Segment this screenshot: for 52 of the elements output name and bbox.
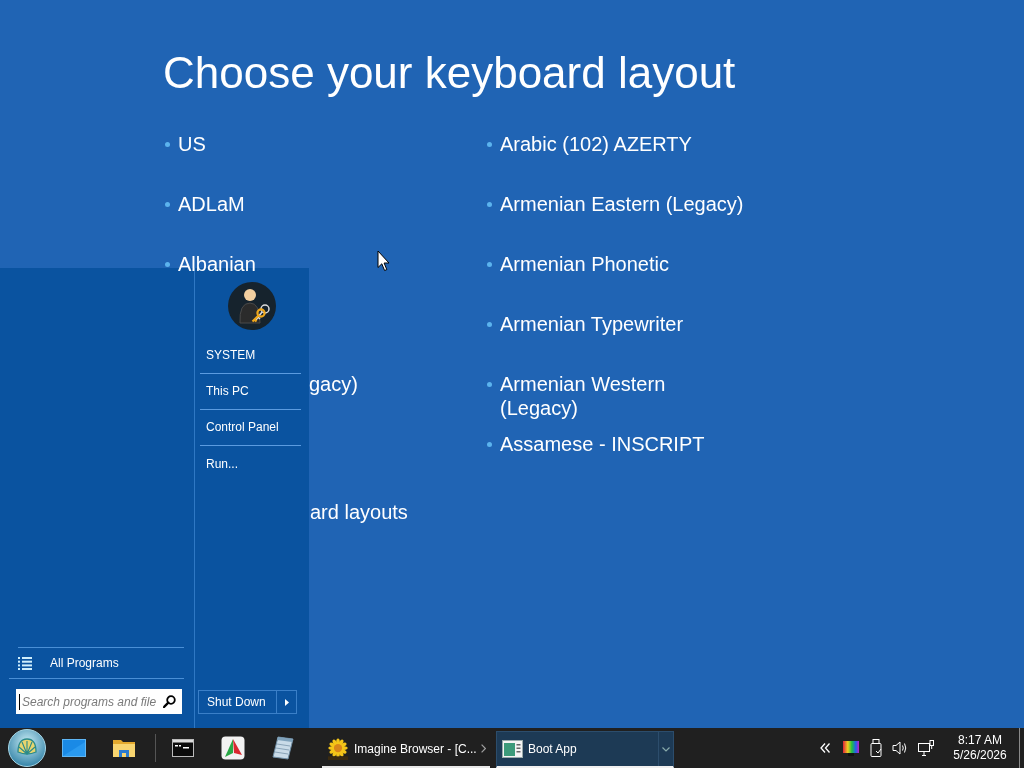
folder-icon[interactable] <box>113 738 135 758</box>
layout-option[interactable]: Arabic (102) AZERTY <box>487 132 692 156</box>
bullet-icon <box>487 382 492 387</box>
layout-option[interactable]: Armenian Typewriter <box>487 312 684 336</box>
start-orb-icon[interactable] <box>8 729 46 767</box>
usb-drive-icon[interactable] <box>870 739 882 757</box>
search-field[interactable]: Search programs and file <box>16 689 182 714</box>
user-avatar-icon <box>227 282 276 330</box>
menu-item[interactable]: Run... <box>200 446 301 482</box>
flag-tile-icon[interactable] <box>221 736 245 760</box>
bullet-icon <box>487 322 492 327</box>
search-icon <box>163 695 176 708</box>
layout-option[interactable]: Armenian Western (Legacy) <box>487 372 746 420</box>
taskbar-button[interactable]: Imagine Browser - [C... <box>322 731 490 768</box>
menu-item[interactable]: This PC <box>200 374 301 410</box>
see-more-link[interactable]: ard layouts <box>310 500 408 524</box>
bullet-icon <box>165 142 170 147</box>
menu-item[interactable]: Control Panel <box>200 410 301 446</box>
mouse-pointer-icon <box>377 250 390 272</box>
bullet-icon <box>487 262 492 267</box>
display-icon[interactable] <box>843 740 859 756</box>
caret-icon <box>284 698 289 706</box>
layout-option[interactable]: gacy) <box>309 372 358 396</box>
layout-option[interactable]: ADLaM <box>165 192 245 216</box>
layout-option[interactable]: Armenian Eastern (Legacy) <box>487 192 744 216</box>
layout-option[interactable]: Armenian Phonetic <box>487 252 669 276</box>
bullet-icon <box>165 262 170 267</box>
text-cursor-icon <box>19 693 20 710</box>
chevron-icon <box>481 744 486 753</box>
clock-date[interactable]: 5/26/2026 <box>953 748 1007 763</box>
sunflower-icon <box>327 737 349 760</box>
taskbar-button[interactable]: Boot App <box>496 731 674 768</box>
terminal-icon[interactable] <box>172 739 194 757</box>
shut-down-button[interactable]: Shut Down <box>198 690 277 714</box>
layout-option[interactable]: US <box>165 132 206 156</box>
double-chevron-icon[interactable] <box>820 743 830 753</box>
clock-time[interactable]: 8:17 AM <box>958 733 1002 748</box>
layout-option[interactable]: Assamese - INSCRIPT <box>487 432 705 456</box>
caret-icon <box>662 746 670 752</box>
menu-item[interactable]: SYSTEM <box>200 338 301 374</box>
page-title: Choose your keyboard layout <box>163 47 736 99</box>
bullet-icon <box>165 202 170 207</box>
notepad-icon[interactable] <box>272 736 294 760</box>
window-icon <box>502 740 523 758</box>
network-icon[interactable] <box>918 740 934 756</box>
bullet-icon <box>487 142 492 147</box>
shut-down-options-button[interactable] <box>277 690 297 714</box>
all-programs-button[interactable]: All Programs <box>18 647 184 678</box>
bullet-icon <box>487 202 492 207</box>
speaker-icon[interactable] <box>892 741 908 755</box>
bullet-icon <box>487 442 492 447</box>
list-icon <box>18 656 32 670</box>
